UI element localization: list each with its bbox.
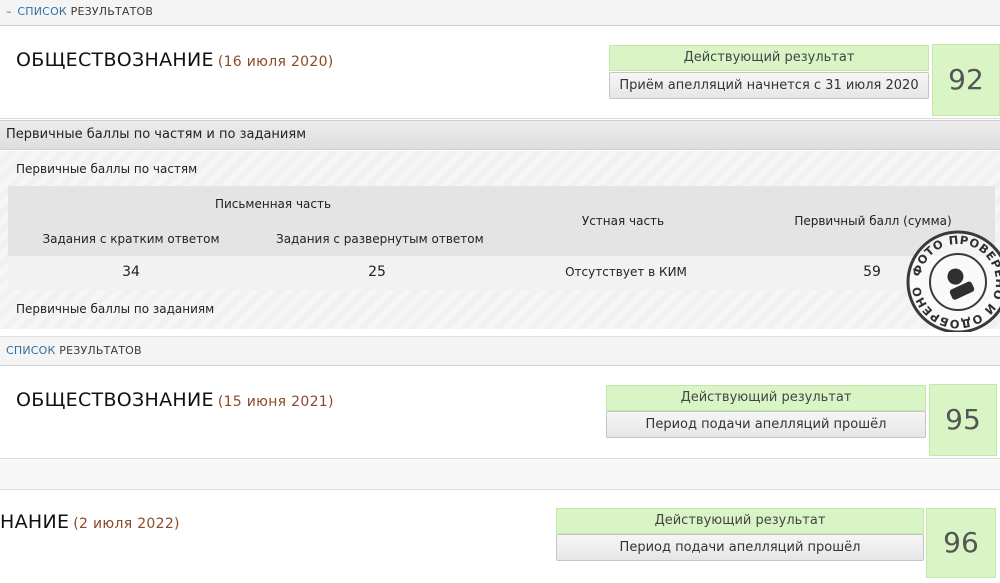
scores-table-row: 34 25 Отсутствует в КИМ 59 bbox=[8, 256, 995, 290]
results-list-label: РЕЗУЛЬТАТОВ bbox=[70, 5, 154, 18]
oral-part-score: Отсутствует в КИМ bbox=[565, 265, 687, 279]
result-card: НАНИЕ (2 июля 2022) Действующий результат… bbox=[0, 491, 1000, 583]
score-badge: 96 bbox=[926, 508, 996, 578]
appeal-status-button[interactable]: Период подачи апелляций прошёл bbox=[606, 411, 926, 438]
short-answer-score: 34 bbox=[122, 264, 140, 280]
approved-photo-stamp: ФОТО ПРОВЕРЕНО И ОДОБРЕНО bbox=[906, 222, 1000, 332]
subject-title[interactable]: НАНИЕ (2 июля 2022) bbox=[0, 511, 180, 533]
result-card: ОБЩЕСТВОЗНАНИЕ (15 июня 2021) Действующий… bbox=[0, 367, 1000, 459]
appeal-status-button[interactable]: Период подачи апелляций прошёл bbox=[556, 534, 924, 561]
written-part-header: Письменная часть bbox=[214, 197, 332, 211]
results-list-link[interactable]: СПИСОК bbox=[6, 344, 56, 357]
results-list-header: – СПИСОК РЕЗУЛЬТАТОВ bbox=[0, 0, 1000, 26]
scores-table-header: Письменная часть Задания с кратким ответ… bbox=[8, 186, 995, 256]
separator bbox=[0, 460, 1000, 490]
primary-sum-score: 59 bbox=[863, 264, 881, 280]
primary-scores-section-header[interactable]: Первичные баллы по частям и по заданиям bbox=[0, 120, 1000, 150]
extended-answer-header: Задания с развернутым ответом bbox=[276, 232, 484, 246]
subject-title[interactable]: ОБЩЕСТВОЗНАНИЕ (16 июля 2020) bbox=[16, 49, 334, 71]
oral-part-header: Устная часть bbox=[581, 214, 665, 228]
results-list-link[interactable]: СПИСОК bbox=[17, 5, 67, 18]
stamp-icon: ФОТО ПРОВЕРЕНО И ОДОБРЕНО bbox=[906, 230, 1000, 332]
result-card: ОБЩЕСТВОЗНАНИЕ (16 июля 2020) Действующий… bbox=[0, 27, 1000, 119]
scores-by-tasks-label[interactable]: Первичные баллы по заданиям bbox=[16, 302, 214, 316]
extended-answer-score: 25 bbox=[368, 264, 386, 280]
exam-date: (15 июня 2021) bbox=[217, 394, 334, 410]
status-badge: Действующий результат bbox=[609, 45, 929, 71]
exam-date: (16 июля 2020) bbox=[217, 54, 334, 70]
short-answer-header: Задания с кратким ответом bbox=[42, 232, 220, 246]
status-badge: Действующий результат bbox=[556, 508, 924, 534]
appeal-status-button[interactable]: Приём апелляций начнется с 31 июля 2020 bbox=[609, 72, 929, 99]
exam-date: (2 июля 2022) bbox=[73, 516, 180, 532]
results-list-header: СПИСОК РЕЗУЛЬТАТОВ bbox=[0, 336, 1000, 366]
score-badge: 92 bbox=[932, 44, 1000, 116]
subject-title[interactable]: ОБЩЕСТВОЗНАНИЕ (15 июня 2021) bbox=[16, 389, 334, 411]
scores-by-parts-label: Первичные баллы по частям bbox=[16, 162, 198, 176]
collapse-toggle[interactable]: – bbox=[6, 5, 12, 18]
score-badge: 95 bbox=[929, 384, 997, 456]
status-badge: Действующий результат bbox=[606, 385, 926, 411]
results-list-label: РЕЗУЛЬТАТОВ bbox=[59, 344, 142, 357]
